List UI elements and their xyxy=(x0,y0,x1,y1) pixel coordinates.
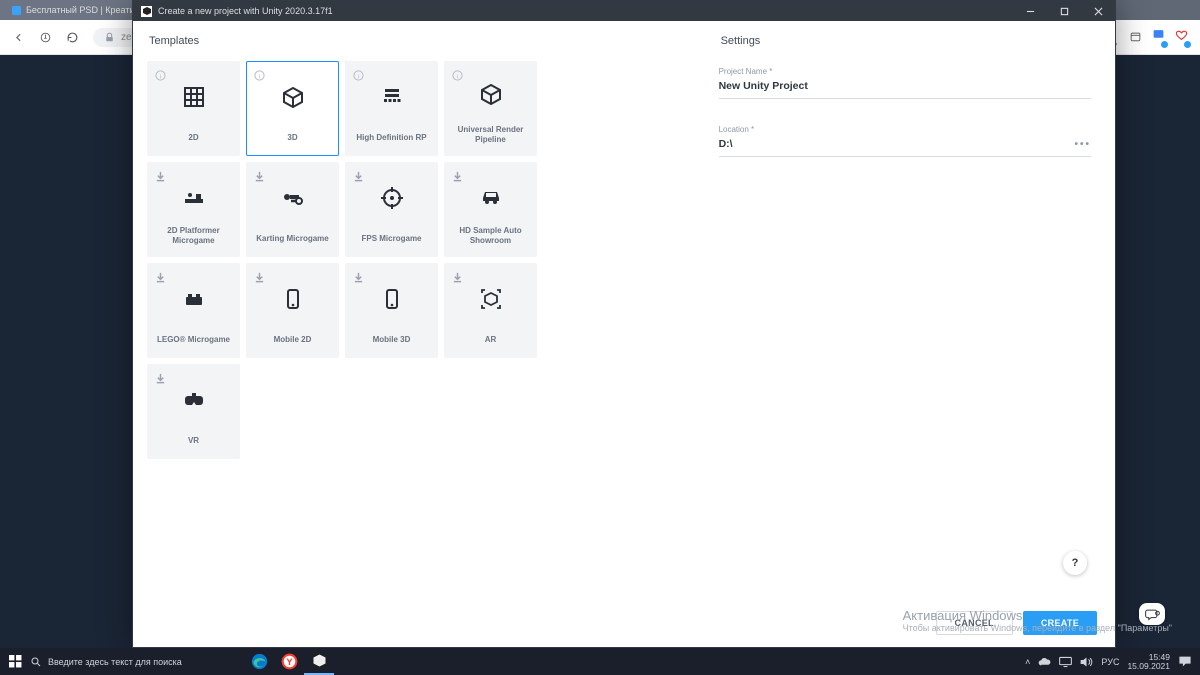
taskbar: Введите здесь текст для поиска Y ˄ РУС 1… xyxy=(0,648,1200,675)
template-card-t-ar[interactable]: AR xyxy=(444,263,537,358)
template-card-t-karting[interactable]: Karting Microgame xyxy=(246,162,339,257)
template-label: 2D xyxy=(184,131,202,155)
tray-display-icon[interactable] xyxy=(1059,656,1072,668)
project-name-input[interactable]: New Unity Project xyxy=(719,76,1091,99)
taskbar-app-yandex[interactable]: Y xyxy=(274,648,304,675)
tray-clock[interactable]: 15:49 15.09.2021 xyxy=(1127,653,1170,671)
ext-icon-3[interactable] xyxy=(1152,28,1165,46)
project-name-label: Project Name * xyxy=(719,67,1091,76)
download-icon[interactable] xyxy=(155,171,166,182)
download-icon[interactable] xyxy=(452,171,463,182)
templates-heading: Templates xyxy=(149,35,689,47)
template-card-t-fps[interactable]: FPS Microgame xyxy=(345,162,438,257)
window-close[interactable] xyxy=(1081,1,1115,21)
download-icon[interactable] xyxy=(452,272,463,283)
cube-icon xyxy=(480,83,502,105)
arcube-icon xyxy=(480,288,502,310)
template-card-t-2d[interactable]: i 2D xyxy=(147,61,240,156)
template-card-t-urp[interactable]: i Universal Render Pipeline xyxy=(444,61,537,156)
settings-heading: Settings xyxy=(721,35,1091,47)
info-icon[interactable]: i xyxy=(452,70,463,81)
titlebar[interactable]: Create a new project with Unity 2020.3.1… xyxy=(133,1,1115,21)
crosshair-icon xyxy=(381,187,403,209)
platform-icon xyxy=(183,184,205,206)
taskbar-search-placeholder: Введите здесь текст для поиска xyxy=(48,657,182,667)
template-label: Karting Microgame xyxy=(252,232,332,256)
location-label: Location * xyxy=(719,125,1091,134)
cube-icon xyxy=(282,86,304,108)
download-icon[interactable] xyxy=(353,272,364,283)
template-card-t-hdrp[interactable]: i High Definition RP xyxy=(345,61,438,156)
template-label: High Definition RP xyxy=(352,131,430,155)
download-icon[interactable] xyxy=(155,373,166,384)
template-card-t-vr[interactable]: VR xyxy=(147,364,240,459)
template-label: 3D xyxy=(283,131,301,155)
template-card-t-2dplat[interactable]: 2D Platformer Microgame xyxy=(147,162,240,257)
ya-icon[interactable] xyxy=(39,31,52,44)
template-label: 2D Platformer Microgame xyxy=(148,226,239,256)
template-label: Universal Render Pipeline xyxy=(445,125,536,155)
info-icon[interactable]: i xyxy=(254,70,265,81)
lego-icon xyxy=(183,288,205,310)
template-label: HD Sample Auto Showroom xyxy=(445,226,536,256)
download-icon[interactable] xyxy=(254,171,265,182)
tray-notifications-icon[interactable] xyxy=(1178,655,1192,668)
tray-onedrive-icon[interactable] xyxy=(1038,656,1051,667)
taskbar-app-unity[interactable] xyxy=(304,648,334,675)
ext-icon-4[interactable] xyxy=(1175,28,1188,46)
location-browse-button[interactable]: ••• xyxy=(1075,139,1092,150)
template-label: VR xyxy=(184,434,203,458)
browser-tab-1[interactable]: Бесплатный PSD | Креати xyxy=(0,0,147,20)
template-label: Mobile 3D xyxy=(369,333,415,357)
browser-tab-1-label: Бесплатный PSD | Креати xyxy=(26,5,135,15)
template-card-t-mobile3d[interactable]: Mobile 3D xyxy=(345,263,438,358)
downloads-icon[interactable] xyxy=(1129,31,1142,44)
template-label: AR xyxy=(481,333,501,357)
download-icon[interactable] xyxy=(155,272,166,283)
back-icon[interactable] xyxy=(12,31,25,44)
svg-text:i: i xyxy=(358,73,359,80)
help-button[interactable]: ? xyxy=(1063,551,1087,575)
grid-icon xyxy=(183,86,205,108)
feedback-bubble[interactable] xyxy=(1139,603,1165,625)
phone-icon xyxy=(282,288,304,310)
window-minimize[interactable] xyxy=(1013,1,1047,21)
template-label: Mobile 2D xyxy=(270,333,316,357)
tray-chevron-icon[interactable]: ˄ xyxy=(1025,657,1030,667)
unity-logo-icon xyxy=(141,6,152,17)
reload-icon[interactable] xyxy=(66,31,79,44)
tray-volume-icon[interactable] xyxy=(1080,656,1093,668)
phone-icon xyxy=(381,288,403,310)
download-icon[interactable] xyxy=(353,171,364,182)
template-card-t-hdauto[interactable]: HD Sample Auto Showroom xyxy=(444,162,537,257)
window-maximize[interactable] xyxy=(1047,1,1081,21)
download-icon[interactable] xyxy=(254,272,265,283)
car-icon xyxy=(480,184,502,206)
start-button[interactable] xyxy=(0,648,30,675)
template-card-t-mobile2d[interactable]: Mobile 2D xyxy=(246,263,339,358)
titlebar-text: Create a new project with Unity 2020.3.1… xyxy=(158,6,333,16)
svg-text:i: i xyxy=(457,73,458,80)
tray-language[interactable]: РУС xyxy=(1101,657,1119,667)
svg-text:i: i xyxy=(160,73,161,80)
template-card-t-lego[interactable]: LEGO® Microgame xyxy=(147,263,240,358)
windows-activation-watermark: Активация Windows Чтобы активировать Win… xyxy=(903,608,1172,633)
lock-icon xyxy=(103,31,116,44)
vr-icon xyxy=(183,389,205,411)
svg-text:Y: Y xyxy=(286,657,293,667)
taskbar-app-edge[interactable] xyxy=(244,648,274,675)
kart-icon xyxy=(282,187,304,209)
stack-icon xyxy=(381,86,403,108)
template-card-t-3d[interactable]: i 3D xyxy=(246,61,339,156)
template-label: LEGO® Microgame xyxy=(153,333,234,357)
unity-new-project-window: Create a new project with Unity 2020.3.1… xyxy=(132,0,1116,648)
location-input[interactable]: D:\ ••• xyxy=(719,134,1091,157)
taskbar-search[interactable]: Введите здесь текст для поиска xyxy=(30,652,230,672)
info-icon[interactable]: i xyxy=(155,70,166,81)
info-icon[interactable]: i xyxy=(353,70,364,81)
svg-text:i: i xyxy=(259,73,260,80)
template-label: FPS Microgame xyxy=(357,232,425,256)
